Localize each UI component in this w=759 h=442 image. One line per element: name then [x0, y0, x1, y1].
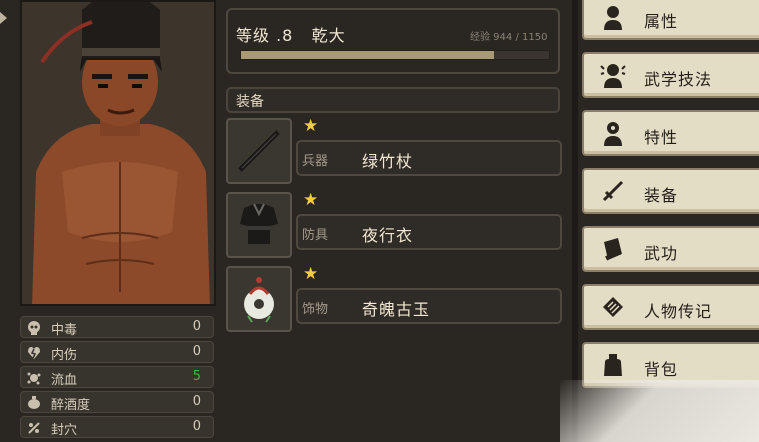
weapon-slot[interactable] — [226, 118, 292, 184]
menu-martial-arts-button[interactable]: 武功 — [582, 226, 759, 272]
skull-icon — [27, 320, 41, 335]
star-rating-icon: ★ — [303, 116, 319, 136]
armor-name: 夜行衣 — [362, 226, 414, 245]
status-label: 醉酒度 — [51, 398, 91, 413]
book-icon — [600, 236, 626, 262]
status-row-drunkenness: 醉酒度 0 — [20, 391, 214, 413]
overlay-haze — [560, 380, 759, 442]
equipment-title: 装备 — [236, 94, 264, 110]
menu-label: 背包 — [644, 360, 679, 379]
panel-divider — [572, 0, 578, 442]
exp-readout: 经验 944 / 1150 — [470, 32, 548, 43]
status-row-sealed-acupoint: 封穴 0 — [20, 416, 214, 438]
broken-heart-icon — [27, 345, 41, 359]
bamboo-staff-icon — [228, 130, 290, 186]
trait-person-icon — [600, 120, 626, 146]
menu-label: 武学技法 — [644, 70, 713, 89]
star-rating-icon: ★ — [303, 190, 319, 210]
armor-type-label: 防具 — [302, 228, 329, 243]
accessory-type-label: 饰物 — [302, 302, 329, 317]
menu-traits-button[interactable]: 特性 — [582, 110, 759, 156]
equipment-section-header — [226, 87, 560, 113]
character-portrait — [20, 0, 216, 306]
menu-label: 属性 — [644, 12, 679, 31]
level-and-name: 等级 .8 乾大 — [236, 26, 346, 45]
status-label: 流血 — [51, 373, 78, 388]
weapon-name: 绿竹杖 — [362, 152, 414, 171]
exp-bar-fill — [241, 51, 494, 59]
status-row-poison: 中毒 0 — [20, 316, 214, 338]
status-value: 0 — [192, 344, 201, 359]
status-value: 0 — [192, 419, 201, 434]
wine-jar-icon — [27, 395, 41, 409]
jade-pendant-icon — [228, 277, 290, 334]
menu-label: 装备 — [644, 186, 679, 205]
menu-label: 特性 — [644, 128, 679, 147]
status-label: 中毒 — [51, 323, 78, 338]
martial-person-icon — [600, 62, 626, 88]
night-clothes-icon — [228, 203, 290, 260]
status-value: 0 — [192, 394, 201, 409]
status-value: 0 — [192, 319, 201, 334]
scroll-icon — [600, 294, 626, 320]
blood-splash-icon — [27, 370, 41, 385]
weapon-item-bar[interactable] — [296, 140, 562, 176]
status-label: 封穴 — [51, 423, 78, 438]
menu-equipment-button[interactable]: 装备 — [582, 168, 759, 214]
person-icon — [600, 4, 626, 30]
menu-martial-techniques-button[interactable]: 武学技法 — [582, 52, 759, 98]
accessory-slot[interactable] — [226, 266, 292, 332]
menu-label: 人物传记 — [644, 302, 713, 321]
armor-slot[interactable] — [226, 192, 292, 258]
status-value: 5 — [192, 369, 201, 384]
menu-attributes-button[interactable]: 属性 — [582, 0, 759, 40]
weapon-type-label: 兵器 — [302, 154, 329, 169]
portrait-illustration — [22, 2, 214, 304]
accessory-name: 奇魄古玉 — [362, 300, 431, 319]
armor-item-bar[interactable] — [296, 214, 562, 250]
back-arrow-icon[interactable] — [0, 12, 7, 24]
star-rating-icon: ★ — [303, 264, 319, 284]
menu-label: 武功 — [644, 244, 679, 263]
acupoint-icon — [27, 420, 41, 434]
menu-biography-button[interactable]: 人物传记 — [582, 284, 759, 330]
bag-icon — [600, 352, 626, 378]
status-row-internal-injury: 内伤 0 — [20, 341, 214, 363]
status-row-bleeding: 流血 5 — [20, 366, 214, 388]
sword-icon — [600, 178, 626, 204]
status-label: 内伤 — [51, 348, 78, 363]
